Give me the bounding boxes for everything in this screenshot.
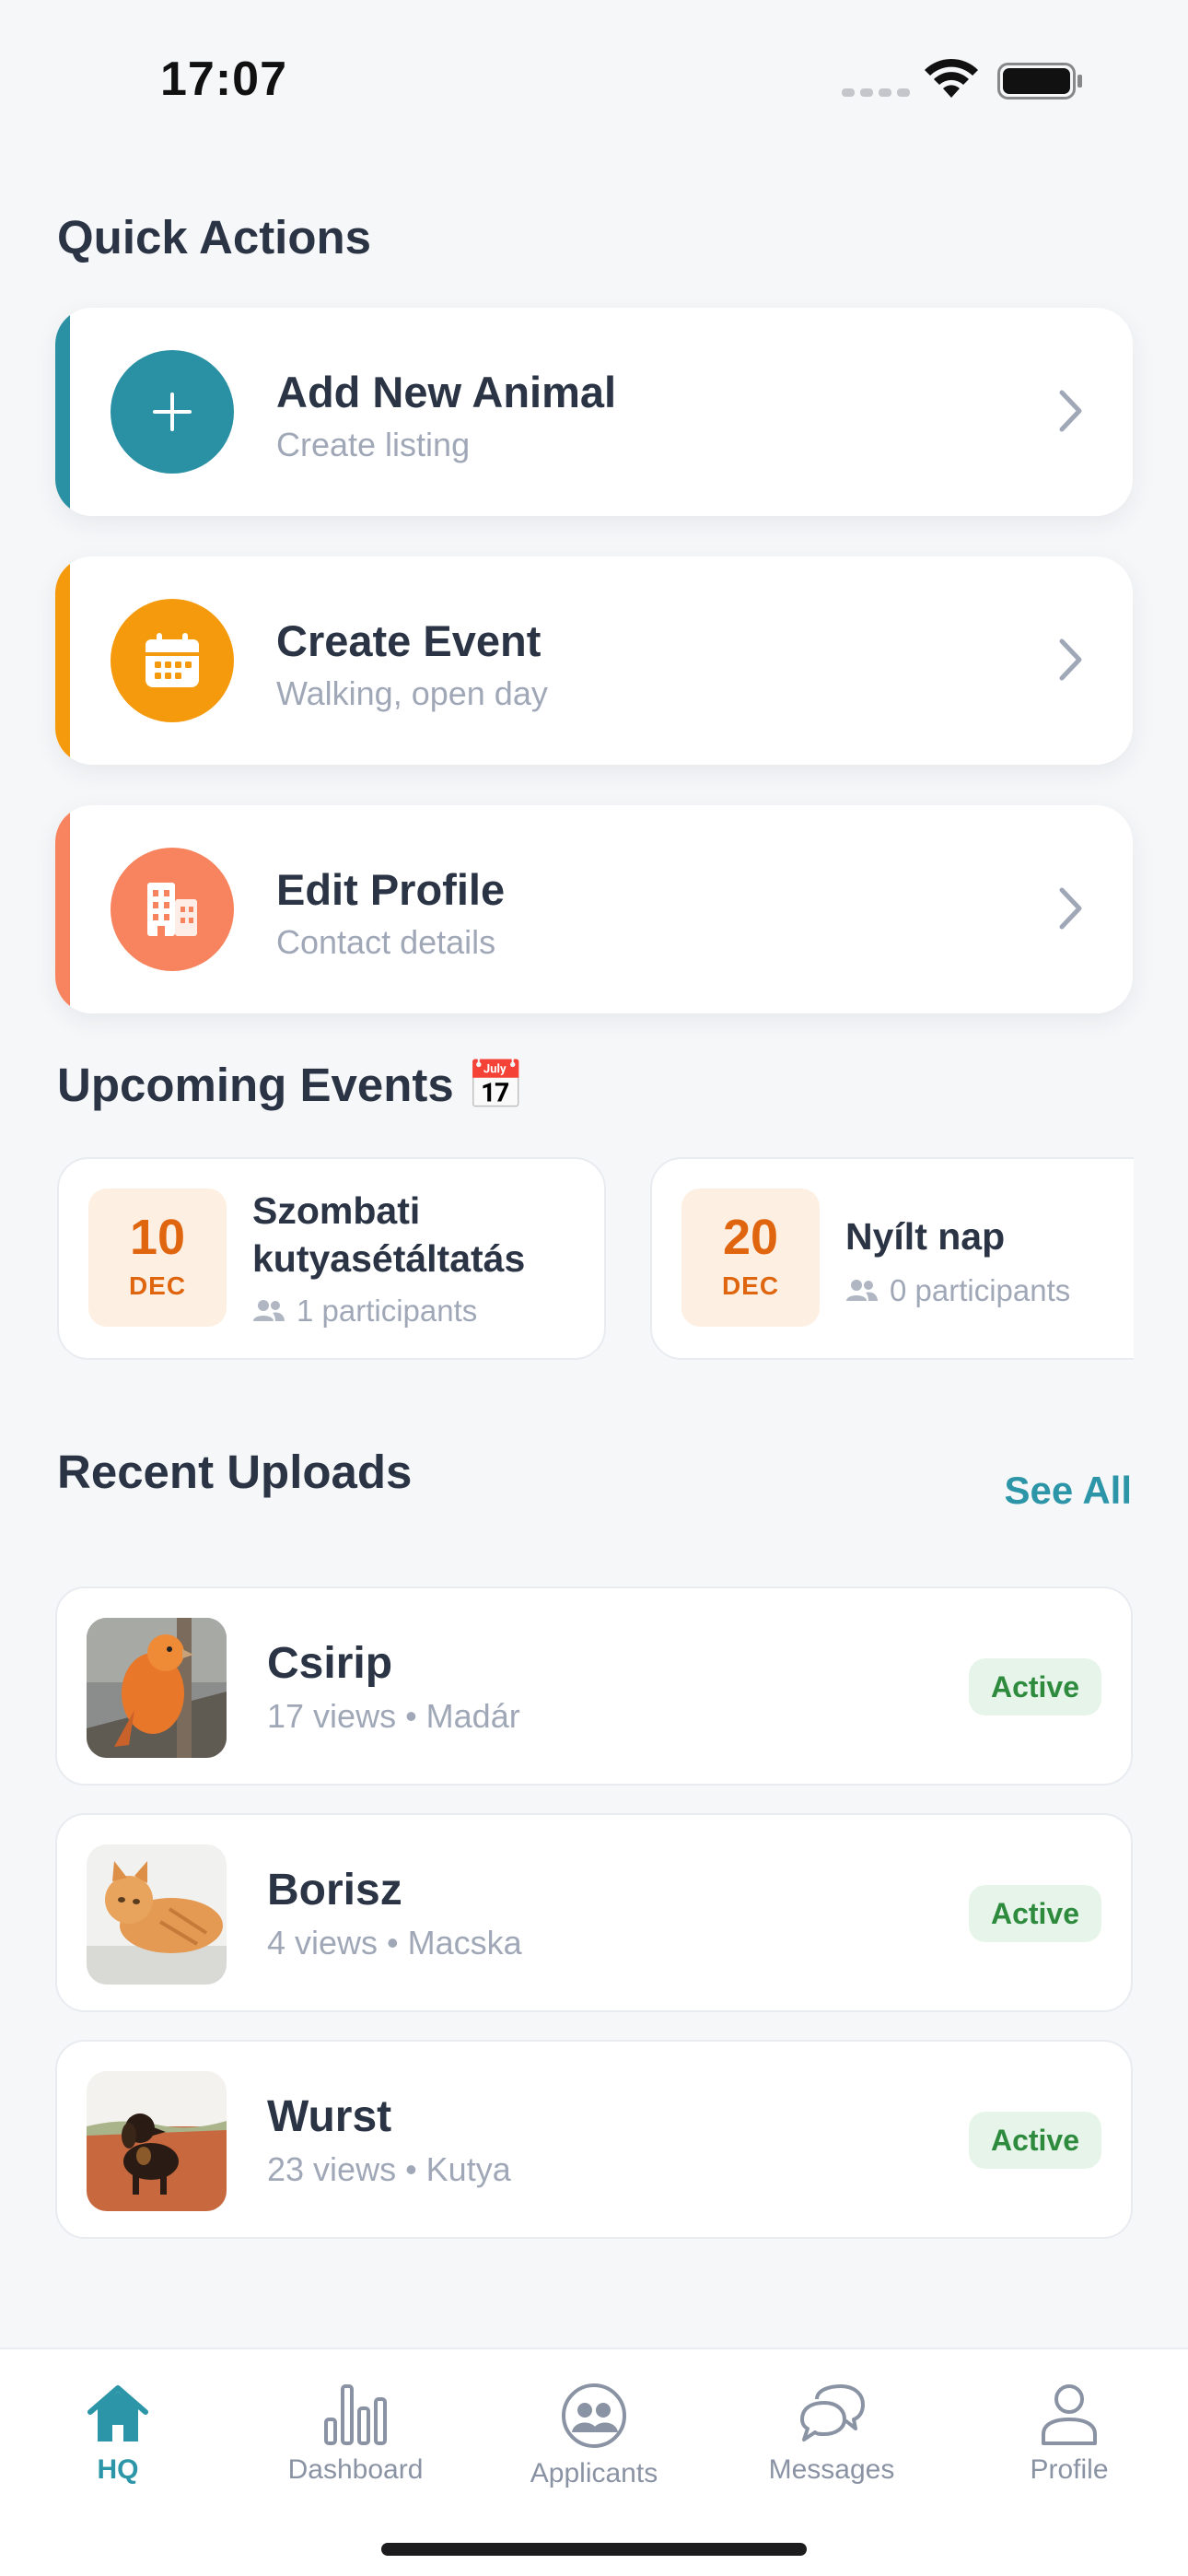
tab-dashboard[interactable]: Dashboard [263, 2383, 448, 2486]
upload-row[interactable]: Borisz 4 views • Macska Active [55, 1813, 1133, 2012]
animal-name: Wurst [267, 2092, 392, 2141]
tab-label: Profile [1030, 2454, 1109, 2485]
upcoming-events-title: Upcoming Events 📅 [57, 1059, 526, 1111]
tab-profile[interactable]: Profile [977, 2383, 1161, 2486]
view-count: 4 views [267, 1924, 379, 1961]
tab-label: Messages [768, 2454, 895, 2485]
cat-photo [87, 1844, 227, 1985]
building-icon [111, 848, 234, 971]
participants-count: 1 participants [297, 1294, 478, 1328]
card-subtitle: Contact details [276, 923, 496, 961]
event-title: Szombati kutyasétáltatás [252, 1187, 525, 1282]
event-participants: 0 participants [845, 1273, 1070, 1308]
person-icon [1042, 2384, 1097, 2445]
animal-meta: 23 views • Kutya [267, 2150, 511, 2188]
event-day: 20 [722, 1210, 779, 1265]
animal-category: Madár [425, 1697, 520, 1735]
upload-row[interactable]: Csirip 17 views • Madár Active [55, 1587, 1133, 1786]
chat-icon [800, 2384, 865, 2441]
card-accent [55, 805, 70, 1013]
participants-count: 0 participants [890, 1273, 1071, 1307]
users-icon [846, 1280, 878, 1301]
animal-meta: 17 views • Madár [267, 1697, 520, 1735]
event-participants: 1 participants [252, 1294, 477, 1329]
see-all-link[interactable]: See All [1004, 1469, 1132, 1513]
animal-name: Csirip [267, 1639, 393, 1688]
event-month: DEC [128, 1271, 187, 1300]
tab-label: HQ [97, 2454, 139, 2485]
event-month: DEC [721, 1271, 780, 1300]
animal-category: Macska [407, 1924, 522, 1961]
tab-bar: HQ Dashboard Applicants Messages Profile [0, 2348, 1188, 2576]
create-event-card[interactable]: Create Event Walking, open day [55, 556, 1133, 765]
animal-name: Borisz [267, 1866, 402, 1914]
status-bar: 17:07 [0, 0, 1188, 157]
chevron-right-icon [1059, 638, 1082, 681]
card-subtitle: Walking, open day [276, 674, 548, 712]
animal-category: Kutya [425, 2150, 511, 2188]
event-card[interactable]: 10 DEC Szombati kutyasétáltatás 1 partic… [57, 1157, 606, 1360]
signal-icon [842, 88, 910, 97]
quick-actions-title: Quick Actions [57, 211, 372, 263]
dog-photo [87, 2071, 227, 2211]
tab-hq[interactable]: HQ [26, 2383, 210, 2486]
event-card[interactable]: 20 DEC Nyílt nap 0 participants [650, 1157, 1188, 1360]
status-badge: Active [969, 1658, 1101, 1715]
event-title-line: kutyasétáltatás [252, 1237, 526, 1280]
chevron-right-icon [1059, 887, 1082, 930]
event-title: Nyílt nap [845, 1215, 1006, 1258]
edit-profile-card[interactable]: Edit Profile Contact details [55, 805, 1133, 1013]
tab-applicants[interactable]: Applicants [502, 2383, 686, 2489]
card-accent [55, 308, 70, 516]
bird-photo [87, 1618, 227, 1758]
upload-row[interactable]: Wurst 23 views • Kutya Active [55, 2040, 1133, 2239]
event-date: 20 DEC [681, 1188, 820, 1327]
users-icon [562, 2383, 626, 2448]
card-title: Add New Animal [276, 368, 617, 416]
bar-chart-icon [324, 2384, 387, 2445]
animal-meta: 4 views • Macska [267, 1924, 522, 1961]
wifi-icon [925, 58, 978, 98]
status-badge: Active [969, 1885, 1101, 1942]
tab-messages[interactable]: Messages [740, 2383, 924, 2486]
home-indicator [381, 2543, 807, 2556]
card-title: Edit Profile [276, 865, 506, 914]
plus-icon [111, 350, 234, 474]
card-accent [55, 556, 70, 765]
battery-icon [997, 63, 1082, 100]
event-title-line: Szombati [252, 1189, 421, 1232]
scroll-edge-mask [1134, 1142, 1188, 1382]
chevron-right-icon [1059, 390, 1082, 432]
calendar-icon [111, 599, 234, 722]
home-icon [87, 2385, 148, 2441]
status-time: 17:07 [160, 53, 287, 106]
event-day: 10 [129, 1210, 186, 1265]
tab-label: Dashboard [287, 2454, 424, 2485]
users-icon [253, 1300, 285, 1321]
card-title: Create Event [276, 616, 542, 665]
tab-label: Applicants [530, 2458, 658, 2488]
card-subtitle: Create listing [276, 426, 471, 463]
recent-uploads-title: Recent Uploads [57, 1446, 413, 1498]
status-badge: Active [969, 2112, 1101, 2169]
add-new-animal-card[interactable]: Add New Animal Create listing [55, 308, 1133, 516]
view-count: 17 views [267, 1697, 397, 1735]
event-date: 10 DEC [88, 1188, 227, 1327]
view-count: 23 views [267, 2150, 397, 2188]
